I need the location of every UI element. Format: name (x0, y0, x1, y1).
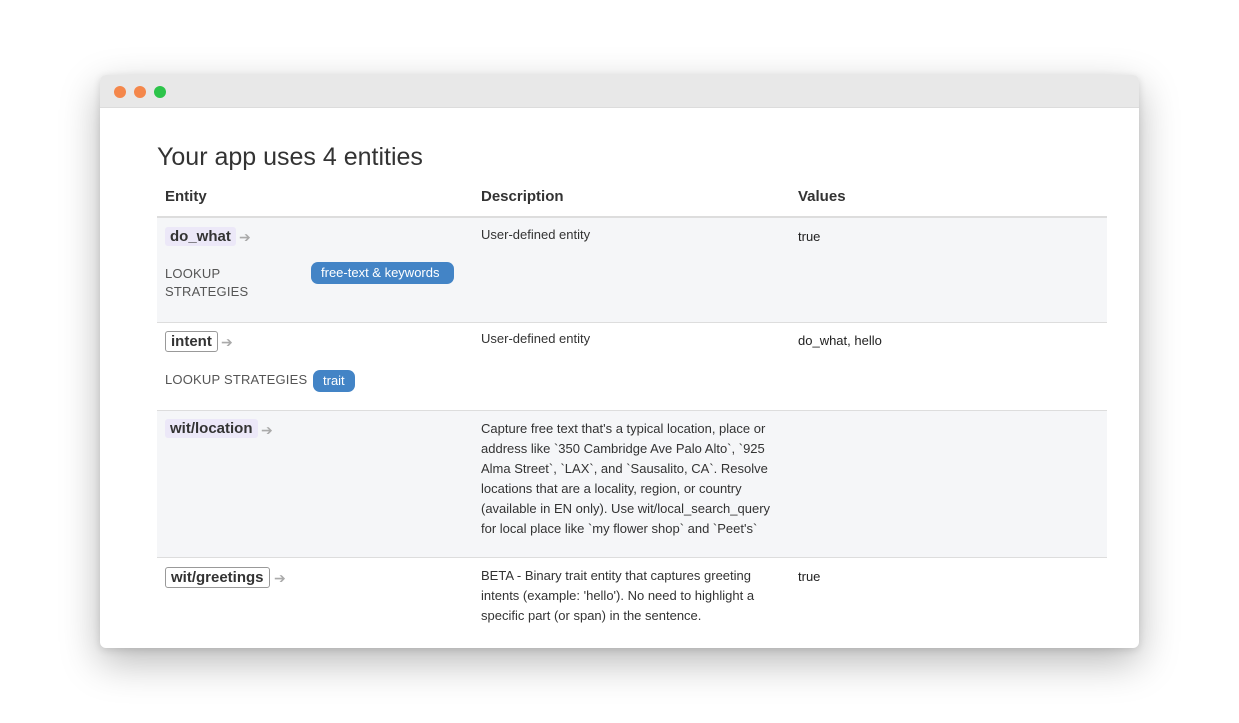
entity-name-link[interactable]: wit/location (165, 419, 258, 438)
table-row: wit/location ➔ Capture free text that's … (157, 411, 1107, 558)
entity-name-link[interactable]: intent (165, 331, 218, 352)
browser-window: Your app uses 4 entities Entity Descript… (100, 75, 1139, 648)
values-column-header: Values (798, 188, 846, 205)
table-row: intent ➔ LOOKUP STRATEGIES trait User-de… (157, 323, 1107, 411)
minimize-window-button[interactable] (134, 86, 146, 98)
arrow-right-icon[interactable]: ➔ (239, 229, 251, 246)
entity-values: true (798, 229, 821, 244)
strategy-badge[interactable]: trait (313, 370, 355, 392)
entity-description: BETA - Binary trait entity that captures… (481, 568, 755, 623)
entity-description: User-defined entity (481, 331, 591, 346)
entity-description: Capture free text that's a typical locat… (481, 421, 771, 536)
entity-name-link[interactable]: wit/greetings (165, 567, 270, 588)
strategy-badge[interactable]: free-text & keywords (311, 262, 454, 284)
entity-values: do_what, hello (798, 333, 882, 348)
maximize-window-button[interactable] (154, 86, 166, 98)
close-window-button[interactable] (114, 86, 126, 98)
entity-column-header: Entity (165, 188, 207, 205)
arrow-right-icon[interactable]: ➔ (261, 422, 273, 439)
arrow-right-icon[interactable]: ➔ (221, 334, 233, 351)
table-header: Entity Description Values (157, 188, 1107, 218)
description-column-header: Description (481, 188, 564, 205)
table-row: wit/greetings ➔ BETA - Binary trait enti… (157, 558, 1107, 648)
page-title: Your app uses 4 entities (157, 143, 423, 171)
title-bar (100, 75, 1139, 108)
entity-description: User-defined entity (481, 227, 591, 242)
arrow-right-icon[interactable]: ➔ (274, 570, 286, 587)
lookup-strategies-label: LOOKUP STRATEGIES (165, 266, 249, 299)
lookup-strategies-label: LOOKUP STRATEGIES (165, 372, 308, 387)
entity-name-link[interactable]: do_what (165, 227, 236, 246)
entity-values: true (798, 569, 821, 584)
table-row: do_what ➔ LOOKUP STRATEGIES free-text & … (157, 218, 1107, 323)
